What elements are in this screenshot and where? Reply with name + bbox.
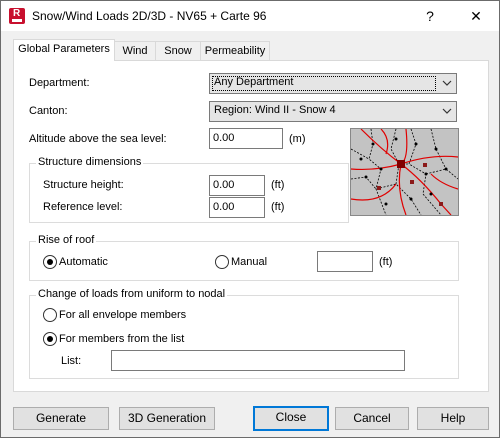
generate-button[interactable]: Generate bbox=[13, 407, 109, 430]
department-label: Department: bbox=[29, 77, 90, 89]
app-icon: R bbox=[9, 8, 25, 24]
altitude-label: Altitude above the sea level: bbox=[29, 133, 167, 145]
automatic-radio[interactable] bbox=[43, 255, 57, 269]
close-window-button[interactable]: ✕ bbox=[453, 1, 499, 31]
reference-level-input[interactable]: 0.00 bbox=[209, 197, 265, 218]
tab-global-parameters[interactable]: Global Parameters bbox=[13, 39, 115, 61]
region-map-icon bbox=[350, 128, 459, 216]
altitude-unit: (m) bbox=[289, 133, 306, 145]
manual-rise-input[interactable] bbox=[317, 251, 373, 272]
members-list-radio[interactable] bbox=[43, 332, 57, 346]
help-title-button[interactable]: ? bbox=[407, 1, 453, 31]
structure-dimensions-group: Structure dimensions bbox=[29, 156, 349, 223]
list-label: List: bbox=[61, 355, 82, 367]
reference-level-label: Reference level: bbox=[43, 201, 123, 213]
manual-label: Manual bbox=[231, 256, 268, 268]
department-select[interactable]: Any Department bbox=[209, 73, 457, 94]
structure-height-input[interactable]: 0.00 bbox=[209, 175, 265, 196]
all-envelope-radio[interactable] bbox=[43, 308, 57, 322]
altitude-input[interactable]: 0.00 bbox=[209, 128, 283, 149]
help-button[interactable]: Help bbox=[417, 407, 489, 430]
members-list-label: For members from the list bbox=[59, 333, 185, 345]
change-of-loads-title: Change of loads from uniform to nodal bbox=[36, 288, 228, 300]
chevron-down-icon bbox=[442, 108, 452, 114]
window-title: Snow/Wind Loads 2D/3D - NV65 + Carte 96 bbox=[32, 9, 267, 23]
manual-radio[interactable] bbox=[215, 255, 229, 269]
manual-rise-unit: (ft) bbox=[379, 256, 393, 268]
tab-snow[interactable]: Snow bbox=[155, 41, 201, 60]
cancel-button[interactable]: Cancel bbox=[335, 407, 409, 430]
list-input[interactable] bbox=[111, 350, 405, 371]
all-envelope-label: For all envelope members bbox=[59, 309, 187, 321]
automatic-label: Automatic bbox=[59, 256, 108, 268]
rise-of-roof-title: Rise of roof bbox=[36, 234, 97, 246]
structure-height-label: Structure height: bbox=[43, 179, 124, 191]
structure-height-unit: (ft) bbox=[271, 179, 285, 191]
dialog-window: R Snow/Wind Loads 2D/3D - NV65 + Carte 9… bbox=[0, 0, 500, 438]
structure-dimensions-title: Structure dimensions bbox=[36, 156, 144, 168]
canton-select[interactable]: Region: Wind II - Snow 4 bbox=[209, 101, 457, 122]
chevron-down-icon bbox=[442, 80, 452, 86]
reference-level-unit: (ft) bbox=[271, 201, 285, 213]
title-bar: R Snow/Wind Loads 2D/3D - NV65 + Carte 9… bbox=[1, 1, 499, 31]
tab-permeability[interactable]: Permeability bbox=[200, 41, 270, 60]
canton-label: Canton: bbox=[29, 105, 68, 117]
3d-generation-button[interactable]: 3D Generation bbox=[119, 407, 215, 430]
tab-wind[interactable]: Wind bbox=[114, 41, 156, 60]
close-button[interactable]: Close bbox=[253, 406, 329, 431]
